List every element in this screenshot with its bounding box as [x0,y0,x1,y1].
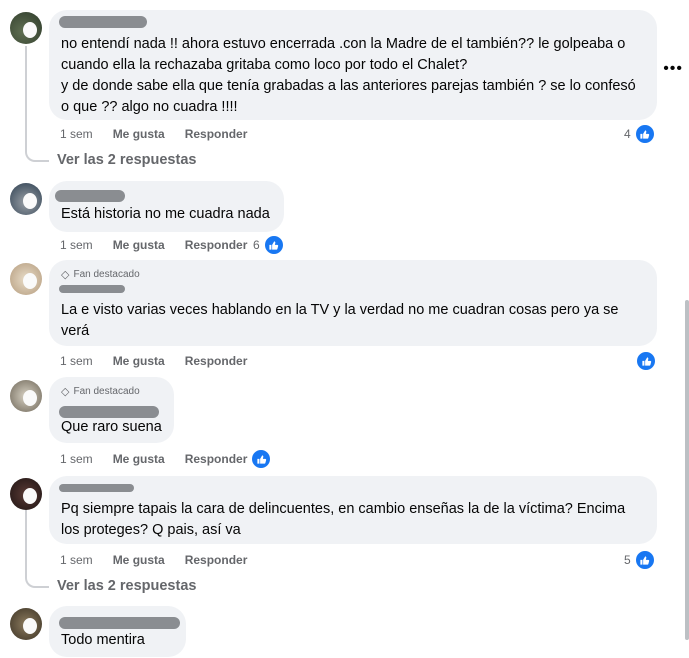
like-button[interactable]: Me gusta [113,127,165,141]
author-name-redacted[interactable] [59,16,147,28]
reply-thread-line [25,510,49,588]
comment-bubble: Está historia no me cuadra nada [49,181,284,232]
avatar[interactable] [10,608,42,640]
avatar[interactable] [10,380,42,412]
comment-text: Está historia no me cuadra nada [61,206,270,222]
reply-button[interactable]: Responder [185,354,248,368]
view-replies-link[interactable]: Ver las 2 respuestas [57,152,196,168]
comment-text: Que raro suena [61,419,162,435]
view-replies-link[interactable]: Ver las 2 respuestas [57,578,196,594]
comment-text: o que ?? algo no cuadra !!!! [61,99,238,115]
thumbs-up-icon [262,234,285,256]
thumbs-up-icon [635,350,657,372]
top-fan-badge: ◇ Fan destacado [61,385,140,398]
comment-actions: 1 sem Me gusta Responder [60,127,247,141]
scrollbar[interactable] [685,300,689,640]
reaction-count[interactable]: 4 [624,123,656,145]
comment-actions: 1 sem Me gusta Responder [60,452,247,466]
comment-bubble: no entendí nada !! ahora estuvo encerrad… [49,10,657,120]
comment-text: verá [61,323,90,339]
thumbs-up-icon [633,123,656,145]
avatar[interactable] [10,12,42,44]
timestamp[interactable]: 1 sem [60,553,93,567]
like-button[interactable]: Me gusta [113,354,165,368]
like-button[interactable]: Me gusta [113,452,165,466]
comment-text: Todo mentira [61,632,145,648]
author-name-redacted[interactable] [59,617,180,629]
comment-text: los proteges? Q pais, así va [61,522,241,538]
avatar[interactable] [10,263,42,295]
top-fan-badge: ◇ Fan destacado [61,268,140,281]
comment-text: La e visto varias veces hablando en la T… [61,302,619,318]
timestamp[interactable]: 1 sem [60,127,93,141]
more-options-icon[interactable]: ••• [663,60,683,78]
reaction-count[interactable] [635,350,657,372]
comment-bubble: ◇ Fan destacado Que raro suena [49,377,174,443]
like-button[interactable]: Me gusta [113,238,165,252]
comment-text: Pq siempre tapais la cara de delincuente… [61,501,626,517]
badge-label: Fan destacado [73,386,140,397]
author-name-redacted[interactable] [59,484,134,492]
comment-bubble: ◇ Fan destacado La e visto varias veces … [49,260,657,346]
like-count-value: 4 [624,127,631,141]
diamond-icon: ◇ [61,269,70,281]
timestamp[interactable]: 1 sem [60,354,93,368]
reply-button[interactable]: Responder [185,238,248,252]
comment-bubble: Pq siempre tapais la cara de delincuente… [49,476,657,544]
comment-text: cuando ella la rechazaba gritaba como lo… [61,57,468,73]
comment-actions: 1 sem Me gusta Responder [60,553,247,567]
diamond-icon: ◇ [61,386,70,398]
reply-thread-line [25,46,49,162]
author-name-redacted[interactable] [55,190,125,202]
comment-actions: 1 sem Me gusta Responder [60,354,247,368]
reply-button[interactable]: Responder [185,553,248,567]
thumbs-up-icon [633,549,656,571]
like-count-value: 6 [253,238,260,252]
comment-text: y de donde sabe ella que tenía grabadas … [61,78,636,94]
author-name-redacted[interactable] [59,285,125,293]
comment-text: no entendí nada !! ahora estuvo encerrad… [61,36,626,52]
comment-actions: 1 sem Me gusta Responder [60,238,247,252]
like-button[interactable]: Me gusta [113,553,165,567]
reaction-count[interactable]: 6 [253,234,285,256]
badge-label: Fan destacado [73,269,140,280]
avatar[interactable] [10,478,42,510]
comment-bubble: Todo mentira [49,606,186,657]
reply-button[interactable]: Responder [185,127,248,141]
reply-button[interactable]: Responder [185,452,248,466]
timestamp[interactable]: 1 sem [60,238,93,252]
avatar[interactable] [10,183,42,215]
reaction-count[interactable]: 5 [624,549,656,571]
reaction-count[interactable] [250,448,272,470]
thumbs-up-icon [250,448,272,470]
timestamp[interactable]: 1 sem [60,452,93,466]
like-count-value: 5 [624,553,631,567]
